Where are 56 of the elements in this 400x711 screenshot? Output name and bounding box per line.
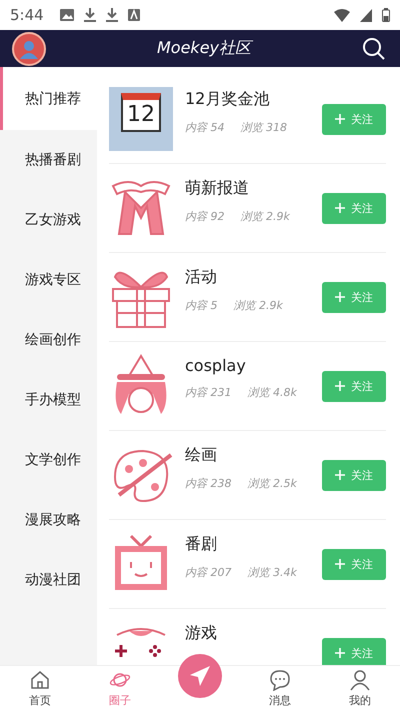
person-icon <box>349 669 371 691</box>
signal-icon <box>360 8 372 22</box>
chat-bubble-icon <box>269 669 291 691</box>
image-icon <box>60 9 74 21</box>
download-icon <box>84 8 96 22</box>
group-name[interactable]: 12月奖金池 <box>185 89 310 110</box>
download-icon <box>106 8 118 22</box>
plus-icon <box>335 292 345 302</box>
plus-icon <box>335 381 345 391</box>
group-name[interactable]: 游戏 <box>185 623 310 644</box>
group-name[interactable]: 萌新报道 <box>185 178 310 199</box>
sidebar-item[interactable]: 手办模型 <box>0 370 97 430</box>
plus-icon <box>335 470 345 480</box>
plus-icon <box>335 114 345 124</box>
plus-icon <box>335 203 345 213</box>
content-count: 内容 92 <box>185 209 224 224</box>
home-icon <box>29 669 51 691</box>
wifi-icon <box>334 8 350 22</box>
view-count: 浏览 3.4k <box>248 565 297 580</box>
content-count: 内容 54 <box>185 120 224 135</box>
battery-icon <box>382 8 390 22</box>
nav-tab[interactable]: 我的 <box>320 666 400 711</box>
sidebar-item[interactable]: 动漫社团 <box>0 550 97 610</box>
view-count: 浏览 2.5k <box>248 476 297 491</box>
sidebar-item[interactable]: 乙女游戏 <box>0 190 97 250</box>
view-count: 浏览 2.9k <box>240 209 290 224</box>
sidebar-item[interactable]: 游戏专区 <box>0 250 97 310</box>
group-name[interactable]: cosplay <box>185 356 310 375</box>
group-name[interactable]: 番剧 <box>185 534 310 555</box>
group-name[interactable]: 活动 <box>185 267 310 288</box>
calendar-date: 12 <box>121 93 161 132</box>
status-time: 5:44 <box>10 6 44 24</box>
sidebar-item[interactable]: 热播番剧 <box>0 130 97 190</box>
plus-icon <box>335 648 345 658</box>
avatar[interactable] <box>12 32 46 66</box>
nav-tab[interactable]: 首页 <box>0 666 80 711</box>
content-count: 内容 5 <box>185 298 218 313</box>
view-count: 浏览 318 <box>240 120 287 135</box>
paper-plane-icon <box>188 664 212 688</box>
person-silhouette-icon <box>19 38 39 58</box>
sidebar-item[interactable]: 绘画创作 <box>0 310 97 370</box>
group-name[interactable]: 绘画 <box>185 445 310 466</box>
content-count: 内容 238 <box>185 476 232 491</box>
nav-tab[interactable]: 消息 <box>240 666 320 711</box>
view-count: 浏览 2.9k <box>234 298 283 313</box>
sidebar-item[interactable]: 漫展攻略 <box>0 490 97 550</box>
notification-icon <box>128 9 140 21</box>
sidebar-item[interactable]: 文学创作 <box>0 430 97 490</box>
plus-icon <box>335 559 345 569</box>
content-count: 内容 207 <box>185 565 232 580</box>
view-count: 浏览 4.8k <box>248 385 297 400</box>
content-count: 内容 231 <box>185 385 232 400</box>
header-title: Moekey社区 <box>46 38 362 59</box>
post-button[interactable] <box>178 654 222 698</box>
search-icon[interactable] <box>362 36 386 60</box>
sidebar-item[interactable]: 热门推荐 <box>0 67 97 130</box>
